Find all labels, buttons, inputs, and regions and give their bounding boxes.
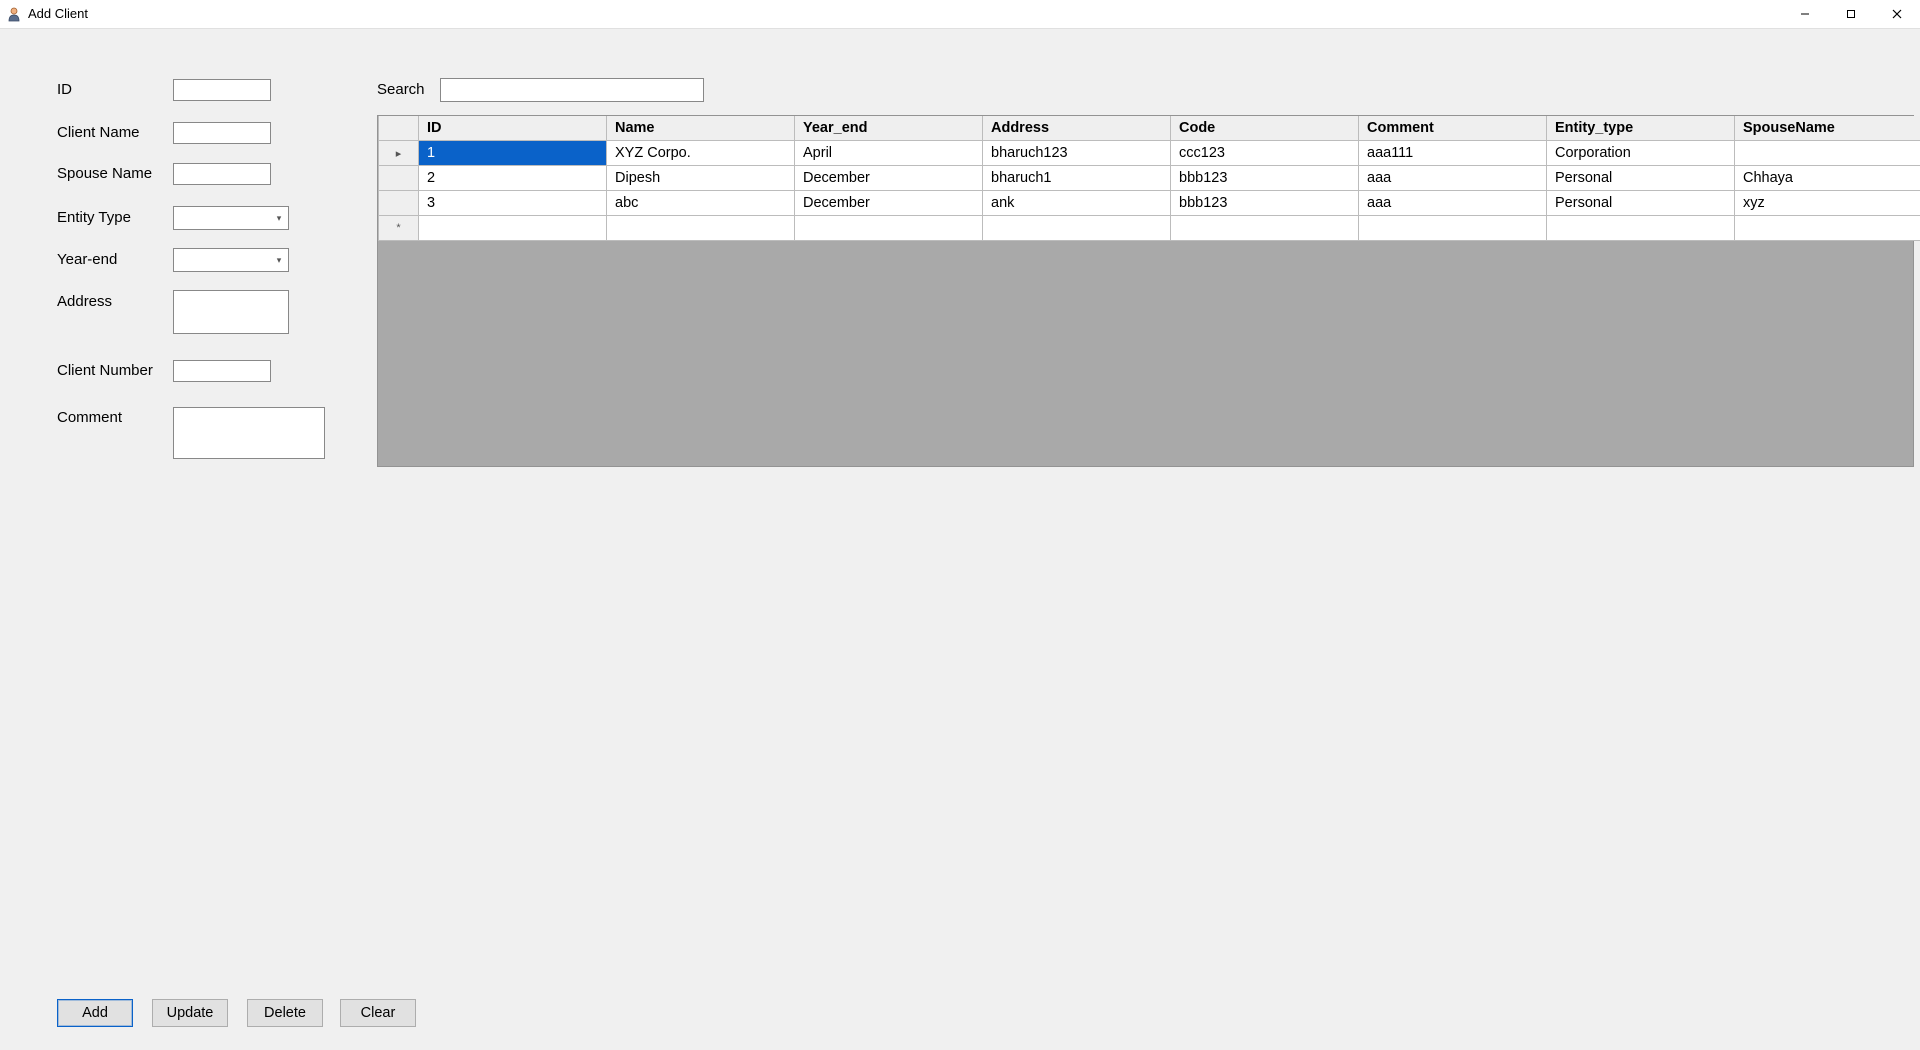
cell-id[interactable]: 3 [419,191,607,216]
column-header-row: ID Name Year_end Address Code Comment En… [379,116,1920,141]
minimize-button[interactable] [1782,0,1828,28]
cell-year-end[interactable]: December [795,166,983,191]
cell-code[interactable]: bbb123 [1171,191,1359,216]
table-row[interactable]: 3 abc December ank bbb123 aaa Personal x… [379,191,1920,216]
app-icon [6,6,22,22]
client-grid[interactable]: ID Name Year_end Address Code Comment En… [377,115,1914,467]
col-spouse-name[interactable]: SpouseName [1735,116,1920,141]
delete-button[interactable]: Delete [247,999,323,1027]
search-input[interactable] [440,78,704,102]
cell-spouse-name[interactable]: xyz [1735,191,1920,216]
col-entity-type[interactable]: Entity_type [1547,116,1735,141]
cell-comment[interactable]: aaa111 [1359,141,1547,166]
client-area: ID Client Name Spouse Name Entity Type ▾… [0,29,1920,1050]
cell-comment[interactable]: aaa [1359,191,1547,216]
update-button[interactable]: Update [152,999,228,1027]
cell-name[interactable]: XYZ Corpo. [607,141,795,166]
address-input[interactable] [173,290,289,334]
cell-comment[interactable]: aaa [1359,166,1547,191]
search-label: Search [377,81,425,98]
row-indicator-current: ▸ [379,141,419,166]
cell-year-end[interactable]: December [795,191,983,216]
cell-entity-type[interactable]: Personal [1547,166,1735,191]
cell-year-end[interactable] [795,216,983,241]
cell-entity-type[interactable]: Corporation [1547,141,1735,166]
col-address[interactable]: Address [983,116,1171,141]
table-row[interactable]: 2 Dipesh December bharuch1 bbb123 aaa Pe… [379,166,1920,191]
chevron-down-icon: ▾ [270,207,288,229]
cell-address[interactable]: bharuch1 [983,166,1171,191]
col-name[interactable]: Name [607,116,795,141]
address-label: Address [57,293,112,310]
client-number-input[interactable] [173,360,271,382]
chevron-down-icon: ▾ [270,249,288,271]
window-title: Add Client [28,0,88,28]
cell-name[interactable] [607,216,795,241]
cell-comment[interactable] [1359,216,1547,241]
cell-name[interactable]: abc [607,191,795,216]
row-indicator-new: * [379,216,419,241]
close-button[interactable] [1874,0,1920,28]
table-row[interactable]: ▸ 1 XYZ Corpo. April bharuch123 ccc123 a… [379,141,1920,166]
row-indicator [379,191,419,216]
grid-corner [379,116,419,141]
cell-name[interactable]: Dipesh [607,166,795,191]
cell-spouse-name[interactable] [1735,141,1920,166]
add-button[interactable]: Add [57,999,133,1027]
cell-id[interactable]: 1 [419,141,607,166]
title-bar: Add Client [0,0,1920,29]
cell-id[interactable]: 2 [419,166,607,191]
spouse-name-label: Spouse Name [57,165,152,182]
id-input[interactable] [173,79,271,101]
cell-code[interactable]: ccc123 [1171,141,1359,166]
cell-spouse-name[interactable] [1735,216,1920,241]
client-name-label: Client Name [57,124,140,141]
col-comment[interactable]: Comment [1359,116,1547,141]
entity-type-combo[interactable]: ▾ [173,206,289,230]
clear-button[interactable]: Clear [340,999,416,1027]
entity-type-label: Entity Type [57,209,131,226]
cell-address[interactable] [983,216,1171,241]
cell-address[interactable]: ank [983,191,1171,216]
cell-entity-type[interactable] [1547,216,1735,241]
col-code[interactable]: Code [1171,116,1359,141]
cell-code[interactable] [1171,216,1359,241]
cell-id[interactable] [419,216,607,241]
maximize-button[interactable] [1828,0,1874,28]
client-name-input[interactable] [173,122,271,144]
comment-input[interactable] [173,407,325,459]
col-id[interactable]: ID [419,116,607,141]
cell-address[interactable]: bharuch123 [983,141,1171,166]
cell-spouse-name[interactable]: Chhaya [1735,166,1920,191]
year-end-label: Year-end [57,251,117,268]
id-label: ID [57,81,72,98]
cell-code[interactable]: bbb123 [1171,166,1359,191]
col-year-end[interactable]: Year_end [795,116,983,141]
cell-year-end[interactable]: April [795,141,983,166]
table-new-row[interactable]: * [379,216,1920,241]
row-indicator [379,166,419,191]
year-end-combo[interactable]: ▾ [173,248,289,272]
cell-entity-type[interactable]: Personal [1547,191,1735,216]
spouse-name-input[interactable] [173,163,271,185]
client-number-label: Client Number [57,362,153,379]
comment-label: Comment [57,409,122,426]
